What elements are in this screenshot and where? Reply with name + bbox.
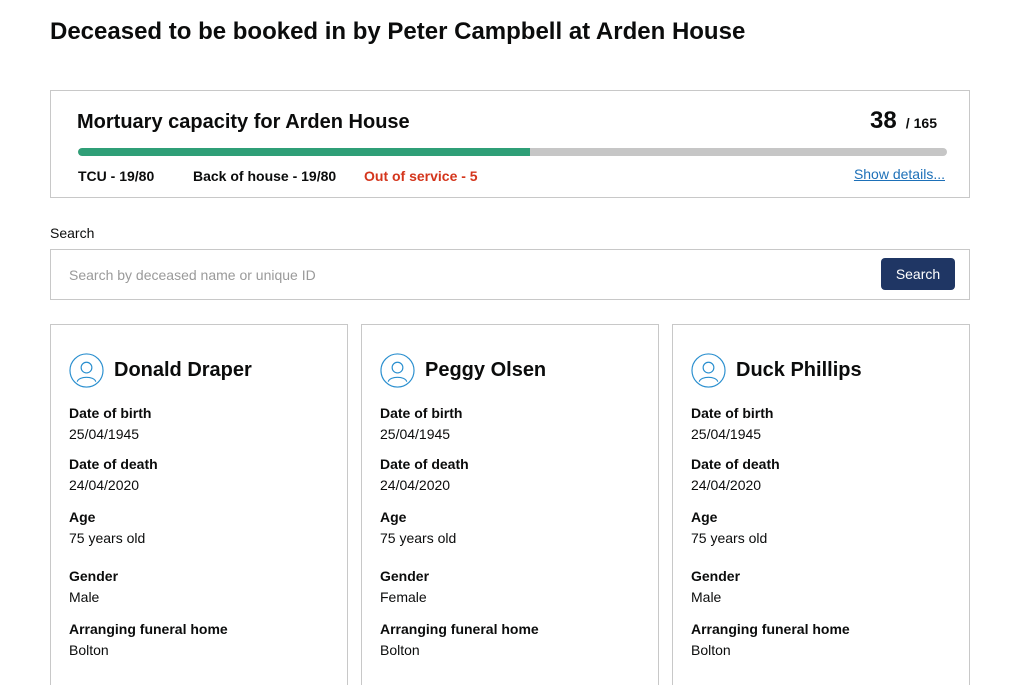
user-circle-icon	[691, 353, 726, 388]
capacity-total: 165	[913, 115, 937, 131]
card-header: Duck Phillips	[691, 353, 862, 388]
card-header: Donald Draper	[69, 353, 252, 388]
tcu-count: TCU - 19/80	[78, 168, 155, 184]
user-circle-icon	[380, 353, 415, 388]
age-value: 75 years old	[691, 530, 768, 546]
page-title: Deceased to be booked in by Peter Campbe…	[50, 18, 746, 45]
funeral-home-label: Arranging funeral home	[69, 621, 228, 637]
funeral-home-label: Arranging funeral home	[691, 621, 850, 637]
back-of-house-count: Back of house - 19/80	[193, 168, 337, 184]
gender-label: Gender	[380, 568, 430, 584]
gender-value: Male	[691, 589, 722, 605]
dod-value: 24/04/2020	[691, 477, 762, 493]
gender-value: Male	[69, 589, 100, 605]
gender-label: Gender	[69, 568, 119, 584]
gender-value: Female	[380, 589, 427, 605]
capacity-progress-fill	[78, 148, 530, 156]
dob-value: 25/04/1945	[380, 426, 451, 442]
dod-label: Date of death	[380, 456, 469, 472]
deceased-name: Duck Phillips	[736, 359, 862, 381]
dob-value: 25/04/1945	[691, 426, 762, 442]
user-circle-icon	[69, 353, 104, 388]
deceased-name: Peggy Olsen	[425, 359, 547, 381]
dob-label: Date of birth	[691, 405, 774, 421]
age-label: Age	[691, 509, 718, 525]
out-of-service-count: Out of service - 5	[364, 168, 478, 184]
gender-label: Gender	[691, 568, 741, 584]
dob-label: Date of birth	[380, 405, 463, 421]
funeral-home-value: Bolton	[380, 642, 420, 658]
show-details-link[interactable]: Show details...	[854, 166, 945, 182]
capacity-progress-bar	[78, 148, 947, 156]
age-value: 75 years old	[380, 530, 457, 546]
capacity-breakdown: TCU - 19/80 Back of house - 19/80 Out of…	[78, 168, 478, 184]
deceased-card-list: Donald Draper Date of birth 25/04/1945 D…	[50, 324, 970, 685]
dod-label: Date of death	[69, 456, 158, 472]
dob-value: 25/04/1945	[69, 426, 140, 442]
funeral-home-value: Bolton	[691, 642, 731, 658]
card-header: Peggy Olsen	[380, 353, 546, 388]
deceased-name: Donald Draper	[114, 359, 252, 381]
age-label: Age	[69, 509, 96, 525]
dod-value: 24/04/2020	[380, 477, 451, 493]
capacity-count: 38 / 165	[870, 107, 937, 135]
dod-value: 24/04/2020	[69, 477, 140, 493]
dob-label: Date of birth	[69, 405, 152, 421]
search-button[interactable]: Search	[881, 258, 955, 290]
age-label: Age	[380, 509, 407, 525]
age-value: 75 years old	[69, 530, 146, 546]
deceased-card[interactable]: Duck Phillips Date of birth 25/04/1945 D…	[672, 324, 970, 685]
search-box: Search	[50, 249, 970, 300]
deceased-card[interactable]: Donald Draper Date of birth 25/04/1945 D…	[50, 324, 348, 685]
capacity-used: 38	[870, 107, 897, 134]
funeral-home-label: Arranging funeral home	[380, 621, 539, 637]
funeral-home-value: Bolton	[69, 642, 109, 658]
search-input[interactable]	[59, 256, 849, 293]
deceased-card[interactable]: Peggy Olsen Date of birth 25/04/1945 Dat…	[361, 324, 659, 685]
search-label: Search	[50, 225, 95, 241]
mortuary-capacity-panel: Mortuary capacity for Arden House 38 / 1…	[50, 90, 970, 198]
capacity-title: Mortuary capacity for Arden House	[77, 111, 410, 133]
dod-label: Date of death	[691, 456, 780, 472]
capacity-separator: /	[905, 115, 910, 131]
